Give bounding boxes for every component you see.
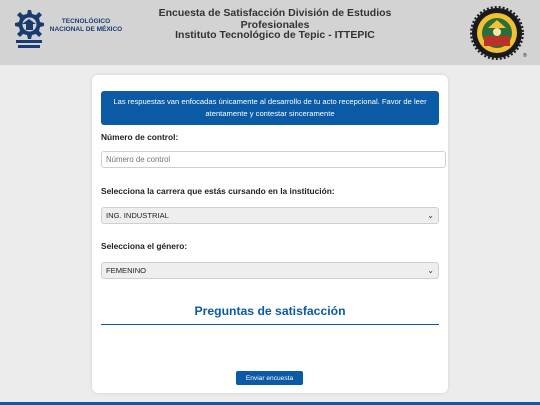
career-label: Selecciona la carrera que estás cursando… — [101, 186, 335, 196]
ittepic-seal-icon: ® — [470, 6, 527, 60]
section-title: Preguntas de satisfacción — [194, 304, 346, 318]
institute-name: Instituto Tecnológico de Tepic - ITTEPIC — [175, 29, 375, 41]
gender-selected-value: FEMENINO — [106, 266, 147, 275]
chevron-down-icon: ⌄ — [427, 266, 434, 275]
page-title: Encuesta de Satisfacción División de Est… — [158, 7, 392, 31]
career-selected-value: ING. INDUSTRIAL — [106, 211, 169, 220]
control-number-label: Número de control: — [101, 132, 179, 142]
control-number-input[interactable] — [101, 151, 446, 168]
career-select[interactable]: ING. INDUSTRIAL ⌄ — [101, 207, 439, 224]
svg-text:®: ® — [523, 52, 527, 59]
page-header: TECNOLÓGICO NACIONAL DE MÉXICO Encuesta … — [0, 0, 540, 65]
gender-label: Selecciona el género: — [101, 241, 188, 251]
instructions-notice: Las respuestas van enfocadas únicamente … — [101, 91, 439, 125]
tecnm-logo-text: TECNOLÓGICO NACIONAL DE MÉXICO — [49, 18, 123, 33]
section-divider — [101, 324, 439, 325]
submit-survey-button[interactable]: Enviar encuesta — [236, 371, 303, 385]
gender-select[interactable]: FEMENINO ⌄ — [101, 262, 439, 279]
chevron-down-icon: ⌄ — [427, 211, 434, 220]
